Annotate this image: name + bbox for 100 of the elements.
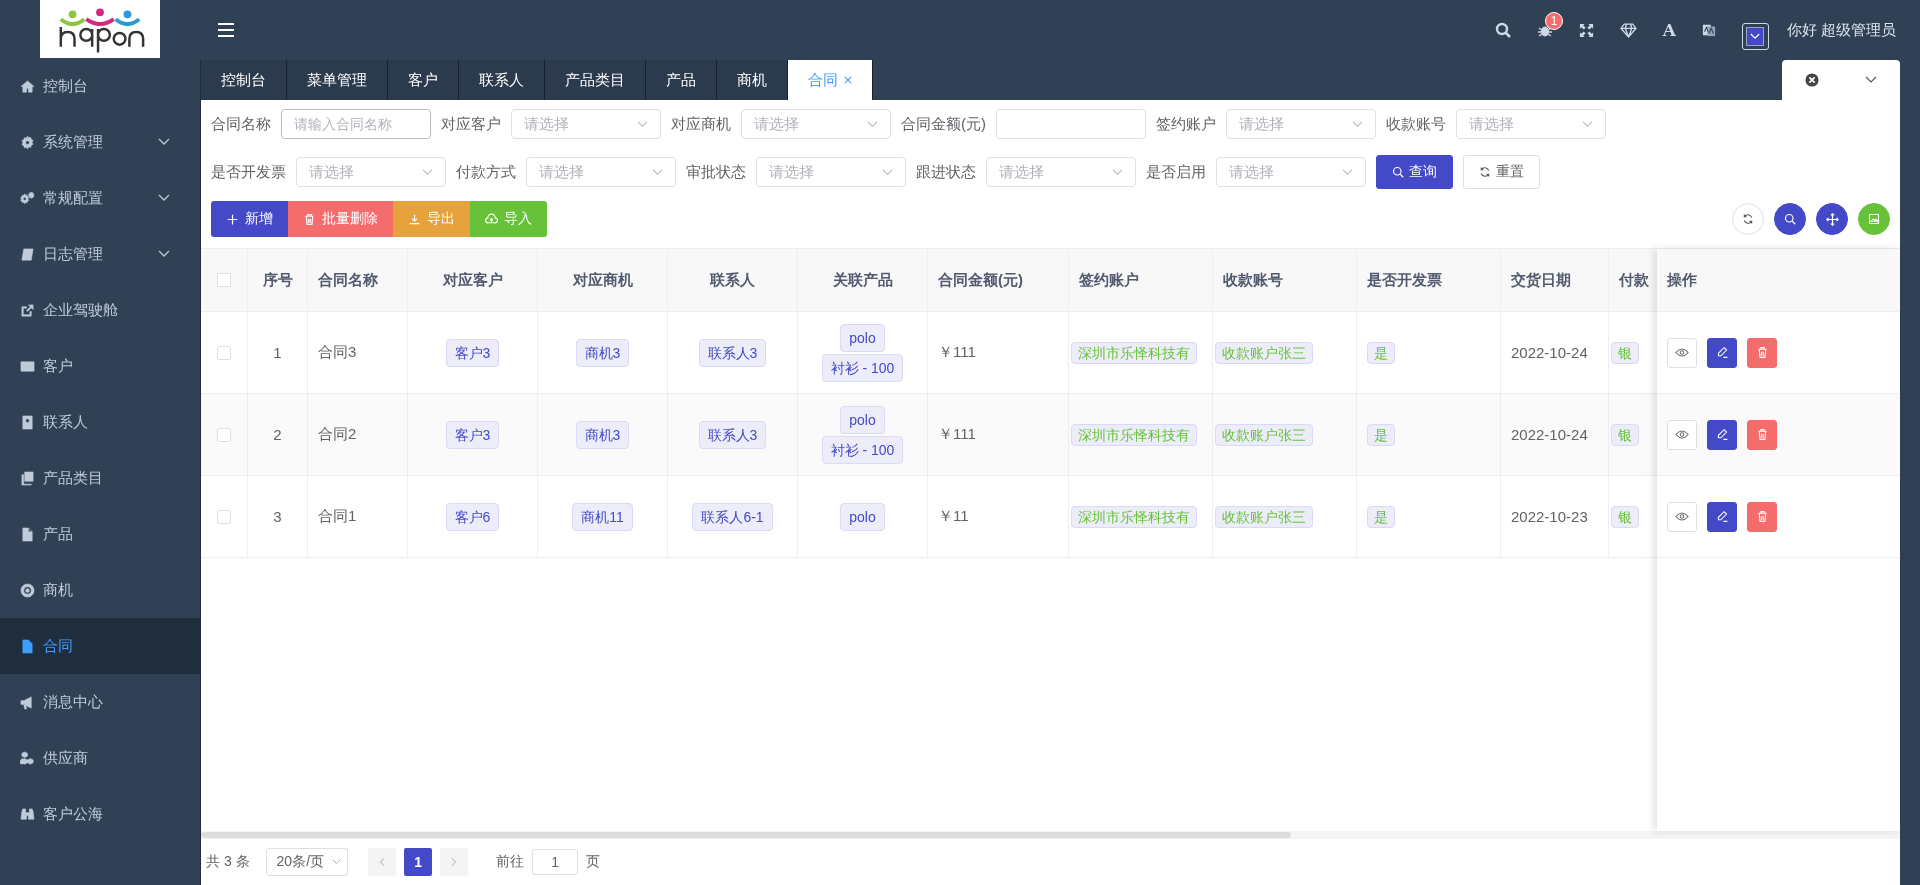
tab[interactable]: 菜单管理 <box>287 60 388 100</box>
sidebar-item[interactable]: 消息中心 <box>0 674 200 730</box>
text-field[interactable]: 请输入合同名称 <box>281 109 431 139</box>
horizontal-scrollbar[interactable] <box>201 832 1291 838</box>
tab[interactable]: 产品类目 <box>545 60 646 100</box>
sidebar-item[interactable]: 日志管理 <box>0 226 200 282</box>
select-all-checkbox[interactable] <box>217 273 231 287</box>
tab[interactable]: 客户 <box>388 60 459 100</box>
chevron-down-icon <box>1342 168 1353 176</box>
close-icon[interactable] <box>844 76 852 84</box>
delete-button[interactable] <box>1747 419 1777 450</box>
sidebar-item[interactable]: 客户公海 <box>0 786 200 842</box>
view-button[interactable] <box>1667 501 1697 532</box>
edit-button[interactable] <box>1707 419 1737 450</box>
row-checkbox[interactable] <box>217 427 231 442</box>
filter-label: 签约账户 <box>1156 114 1216 134</box>
chevron-left-icon <box>379 857 386 867</box>
view-button[interactable] <box>1667 337 1697 368</box>
filter-label: 审批状态 <box>686 162 746 182</box>
sidebar-item[interactable]: 联系人 <box>0 394 200 450</box>
page-size-select[interactable]: 20条/页 <box>265 848 349 876</box>
sidebar-item[interactable]: 常规配置 <box>0 170 200 226</box>
translate-icon[interactable] <box>1701 22 1716 38</box>
dropdown-toggle[interactable] <box>1741 22 1769 50</box>
column-header: 联系人 <box>710 270 755 290</box>
sidebar-item[interactable]: 产品 <box>0 506 200 562</box>
page-button[interactable]: 1 <box>404 848 433 876</box>
view-button[interactable] <box>1667 419 1697 450</box>
table-cell: 2022-10-23 <box>1511 508 1588 525</box>
columns-button[interactable] <box>1816 203 1848 235</box>
search-button[interactable]: 查询 <box>1376 155 1453 189</box>
add-button[interactable]: 新增 <box>211 201 288 237</box>
customer-tag: 客户3 <box>445 338 500 367</box>
edit-button[interactable] <box>1707 337 1737 368</box>
move-icon <box>1825 212 1839 226</box>
pencil-icon <box>1715 510 1729 523</box>
edit-button[interactable] <box>1707 501 1737 532</box>
filter-label: 收款账号 <box>1386 114 1446 134</box>
filter-label: 是否开发票 <box>211 162 286 182</box>
tab[interactable]: 控制台 <box>201 60 287 100</box>
chevron-down-icon <box>882 168 893 176</box>
opportunity-tag: 商机3 <box>575 338 630 367</box>
payment-tag: 银 <box>1611 423 1639 446</box>
sidebar-item[interactable]: 商机 <box>0 562 200 618</box>
target-icon <box>20 582 35 598</box>
sidebar-item[interactable]: 供应商 <box>0 730 200 786</box>
account-tag: 深圳市乐怿科技有 <box>1071 341 1197 364</box>
refresh-icon <box>1742 213 1754 225</box>
search-icon[interactable] <box>1494 22 1511 38</box>
column-header: 收款账号 <box>1223 270 1283 290</box>
sidebar-item[interactable]: 产品类目 <box>0 450 200 506</box>
filter-label: 跟进状态 <box>916 162 976 182</box>
row-checkbox[interactable] <box>217 509 231 524</box>
font-size-icon[interactable]: A <box>1662 20 1676 40</box>
menu-icon[interactable] <box>218 23 234 37</box>
page-suffix: 页 <box>586 853 601 871</box>
tab[interactable]: 商机 <box>717 60 788 100</box>
refresh-icon <box>1479 166 1491 178</box>
filter-label: 合同名称 <box>211 114 271 134</box>
gear-icon <box>20 134 35 150</box>
delete-button[interactable] <box>1747 501 1777 532</box>
chevron-down-icon <box>652 168 663 176</box>
contact-tag: 联系人6-1 <box>692 502 773 531</box>
text-field[interactable] <box>996 109 1146 139</box>
invoice-tag: 是 <box>1367 423 1395 446</box>
product-tag: polo <box>840 502 885 531</box>
gears-icon <box>20 190 35 206</box>
account-tag: 收款账户张三 <box>1215 341 1313 364</box>
chevron-down-icon <box>1112 168 1123 176</box>
tab[interactable]: 产品 <box>646 60 717 100</box>
search-toggle-button[interactable] <box>1774 203 1806 235</box>
column-header: 是否开发票 <box>1367 270 1442 290</box>
user-greeting[interactable]: 你好 超级管理员 <box>1786 20 1896 40</box>
close-all-icon[interactable] <box>1805 73 1819 87</box>
eye-icon <box>1675 430 1689 439</box>
product-tag: 衬衫 - 100 <box>821 353 904 382</box>
table-cell: ￥111 <box>938 425 976 444</box>
trash-icon <box>303 212 316 226</box>
diamond-icon[interactable] <box>1619 22 1637 38</box>
chevron-down-icon[interactable] <box>1865 76 1877 84</box>
image-button[interactable] <box>1858 203 1890 235</box>
page-number-field[interactable]: 1 <box>532 849 579 875</box>
row-checkbox[interactable] <box>217 345 231 360</box>
refresh-button[interactable] <box>1732 203 1764 235</box>
table-cell: 3 <box>273 508 282 525</box>
binoculars-icon <box>20 806 35 822</box>
tab[interactable]: 联系人 <box>459 60 545 100</box>
fullscreen-icon[interactable] <box>1578 22 1594 38</box>
delete-button[interactable] <box>1747 337 1777 368</box>
sidebar-item[interactable]: 系统管理 <box>0 114 200 170</box>
sidebar-item[interactable]: 合同 <box>0 618 200 674</box>
goto-label: 前往 <box>496 853 525 871</box>
sidebar-item[interactable]: 客户 <box>0 338 200 394</box>
sidebar-item[interactable]: 控制台 <box>0 58 200 114</box>
sidebar-item[interactable]: 企业驾驶舱 <box>0 282 200 338</box>
account-tag: 深圳市乐怿科技有 <box>1071 505 1197 528</box>
trash-icon <box>1755 428 1769 441</box>
trash-icon <box>1755 346 1769 359</box>
reset-button[interactable]: 重置 <box>1463 155 1540 189</box>
customer-tag: 客户3 <box>445 420 500 449</box>
